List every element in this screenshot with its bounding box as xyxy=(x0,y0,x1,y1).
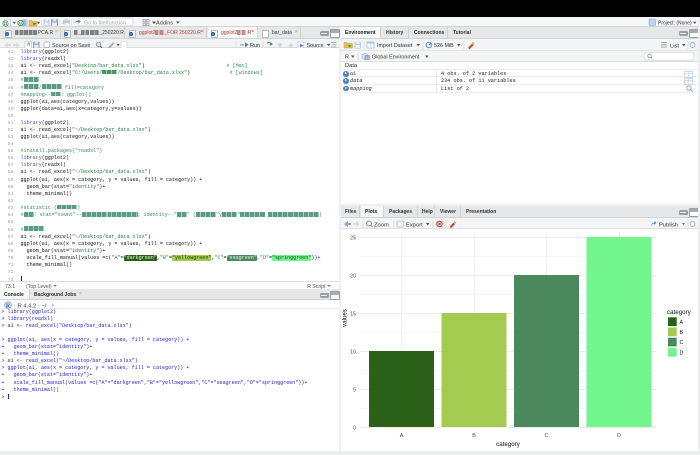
svg-text:Import Dataset: Import Dataset xyxy=(377,43,413,49)
svg-text:List: List xyxy=(670,43,679,49)
svg-text:Publish: Publish xyxy=(659,222,678,228)
svg-text:D: D xyxy=(680,350,684,356)
svg-text:R: R xyxy=(6,303,11,309)
svg-text:· R 4.4.2 · ~/: · R 4.4.2 · ~/ xyxy=(14,303,47,309)
svg-text:Zoom: Zoom xyxy=(374,222,389,228)
svg-text:5: 5 xyxy=(353,388,356,394)
svg-text:10: 10 xyxy=(350,350,356,356)
svg-text:15: 15 xyxy=(350,312,356,318)
svg-text:A: A xyxy=(400,433,404,439)
svg-text:B: B xyxy=(472,433,476,439)
svg-text:Go to file/function: Go to file/function xyxy=(84,20,126,26)
svg-text:Project: (None): Project: (None) xyxy=(658,20,692,26)
svg-text:category: category xyxy=(496,441,521,448)
svg-text:526 MiB: 526 MiB xyxy=(434,43,454,49)
svg-text:Export: Export xyxy=(406,222,423,228)
svg-text:0: 0 xyxy=(353,426,356,432)
svg-text:values: values xyxy=(342,309,349,327)
svg-text:B: B xyxy=(680,330,684,336)
svg-text:R: R xyxy=(345,54,349,60)
svg-text:A: A xyxy=(680,320,684,326)
svg-text:Global Environment: Global Environment xyxy=(372,54,420,60)
svg-text:category: category xyxy=(667,309,692,316)
svg-text:Addins: Addins xyxy=(156,21,173,27)
svg-text:C: C xyxy=(545,433,549,439)
svg-text:25: 25 xyxy=(350,236,356,242)
svg-text:C: C xyxy=(680,340,684,346)
svg-text:20: 20 xyxy=(350,274,356,280)
svg-text:D: D xyxy=(617,433,621,439)
